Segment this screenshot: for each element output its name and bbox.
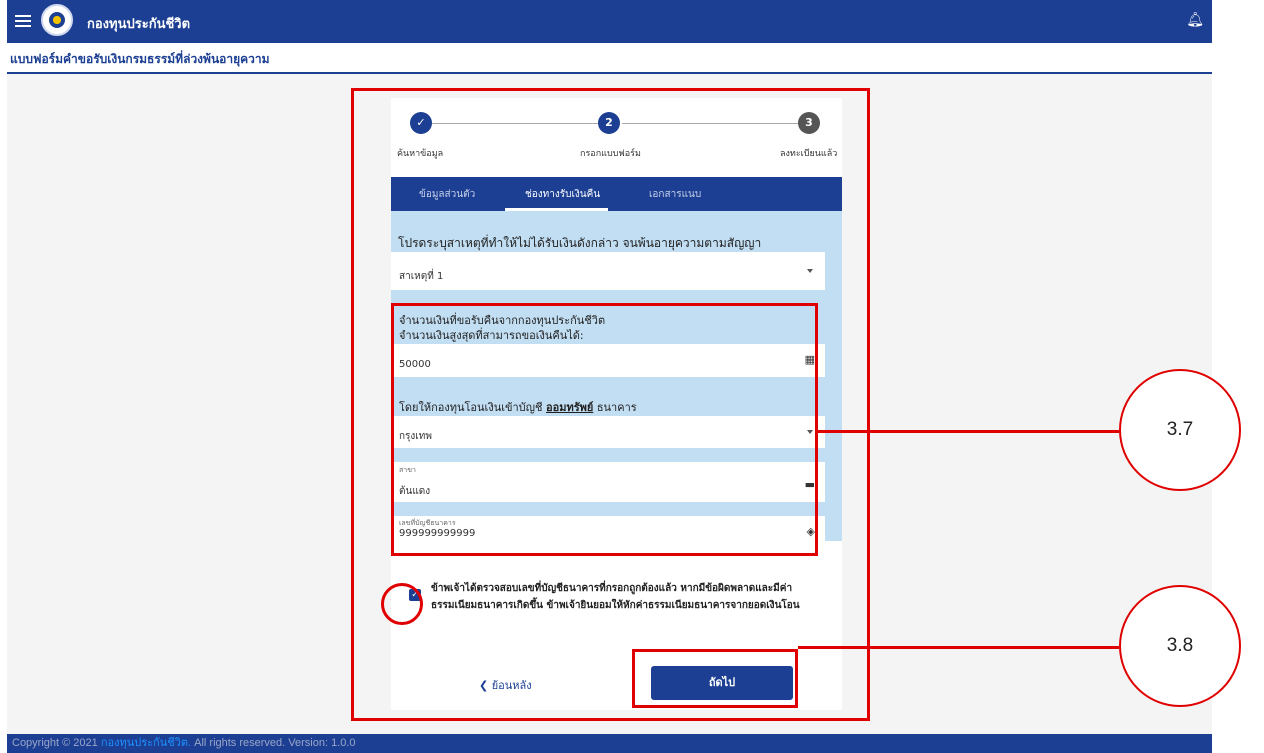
page-subheader: แบบฟอร์มคำขอรับเงินกรมธรรม์ที่ล่วงพ้นอาย… [7,43,1212,74]
footer: Copyright © 2021 กองทุนประกันชีวิต. All … [7,734,1212,753]
annotation-box-3-7 [391,303,818,556]
annotation-callout-3-7: 3.7 [1119,369,1241,491]
footer-brand-link[interactable]: กองทุนประกันชีวิต. [101,737,191,749]
annotation-connector-3-8 [798,646,1119,649]
fund-logo-icon [41,4,73,36]
page-title: แบบฟอร์มคำขอรับเงินกรมธรรม์ที่ล่วงพ้นอาย… [10,52,270,66]
footer-copyright: Copyright © 2021 [12,737,98,749]
annotation-connector-3-7 [818,430,1122,433]
app-title: กองทุนประกันชีวิต [87,17,191,32]
annotation-callout-3-8: 3.8 [1119,585,1241,707]
bell-icon[interactable]: 🔔︎ [1186,12,1204,28]
footer-rights: All rights reserved. Version: 1.0.0 [194,737,356,749]
top-bar: กองทุนประกันชีวิต 🔔︎ [7,0,1212,43]
hamburger-menu-icon[interactable] [15,13,31,29]
annotation-checkbox-circle [381,583,423,625]
annotation-box-3-8 [632,649,798,708]
